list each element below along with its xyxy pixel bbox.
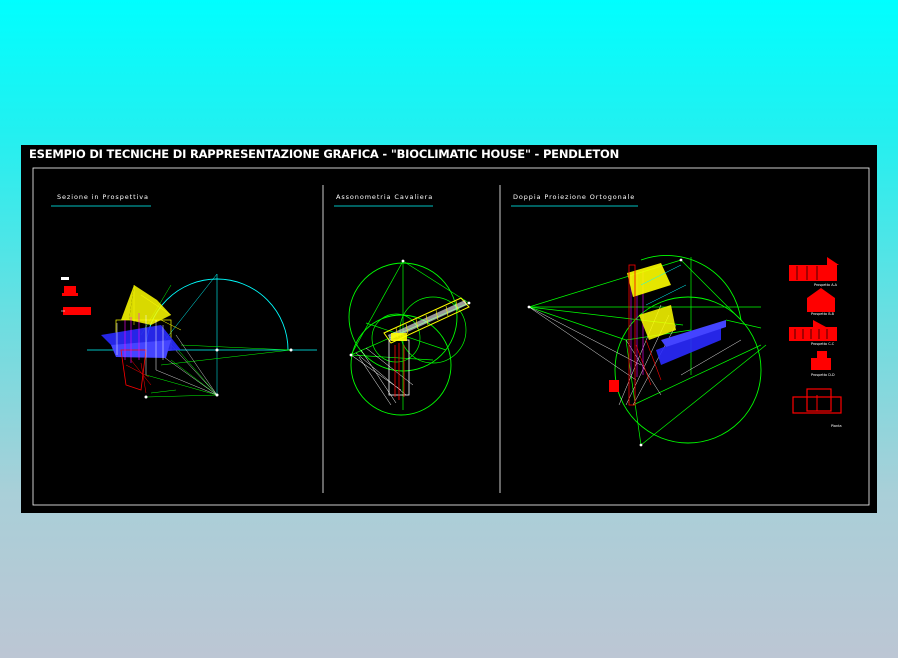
- perspective-section-drawing: [61, 273, 317, 399]
- thumbnail-prospetto-a: Prospetto A-A: [789, 257, 839, 287]
- cad-drawing: Sezione in Prospettiva Assonometria Cava…: [32, 167, 870, 506]
- svg-text:Prospetto B-B: Prospetto B-B: [811, 312, 835, 316]
- svg-text:Prospetto D-D: Prospetto D-D: [811, 373, 835, 377]
- svg-text:Prospetto C-C: Prospetto C-C: [811, 342, 835, 346]
- thumbnail-prospetto-c: Prospetto C-C: [789, 320, 837, 346]
- drawing-sheet: ESEMPIO DI TECNICHE DI RAPPRESENTAZIONE …: [21, 145, 877, 513]
- panel-title-orthogonal: Doppia Proiezione Ortogonale: [513, 193, 635, 201]
- panel-title-section: Sezione in Prospettiva: [57, 193, 149, 201]
- panel-title-axonometric: Assonometria Cavaliera: [336, 193, 433, 201]
- svg-text:Prospetto A-A: Prospetto A-A: [814, 283, 838, 287]
- axonometric-drawing: [348, 259, 471, 416]
- thumbnail-prospetto-b: Prospetto B-B: [807, 288, 835, 316]
- thumbnail-prospetto-d: Prospetto D-D: [811, 351, 835, 377]
- elevation-thumbnails: Prospetto A-A Prospetto B-B Prospetto C-…: [789, 257, 842, 428]
- orthogonal-projection-drawing: [527, 255, 767, 447]
- svg-text:Pianta: Pianta: [831, 424, 842, 428]
- thumbnail-plan: Pianta: [792, 388, 842, 428]
